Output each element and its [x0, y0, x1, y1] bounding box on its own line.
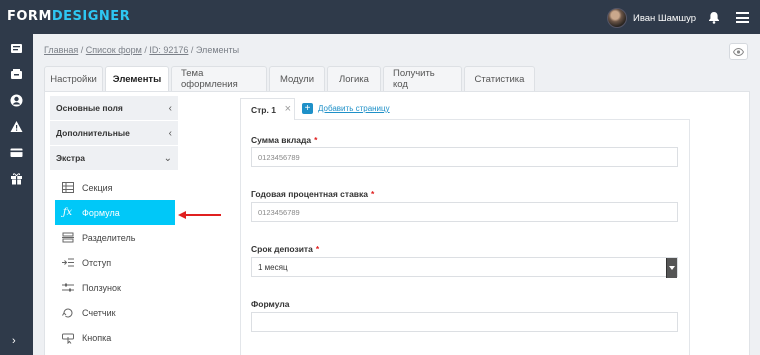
avatar[interactable]: [606, 8, 627, 28]
element-section[interactable]: Секция: [55, 175, 175, 200]
item-label: Счетчик: [82, 307, 116, 318]
required-mark: *: [371, 189, 375, 199]
indent-icon: [61, 256, 74, 269]
accordion-extra[interactable]: Экстра ⌄: [50, 146, 178, 171]
hamburger-menu-icon[interactable]: [736, 12, 749, 26]
item-label: Ползунок: [82, 282, 121, 293]
warning-icon[interactable]: [10, 120, 23, 133]
accordion-label: Экстра: [56, 153, 85, 163]
element-slider[interactable]: Ползунок: [55, 275, 175, 300]
item-label: Секция: [82, 182, 113, 193]
add-page-label: Добавить страницу: [318, 104, 390, 113]
plus-icon: +: [302, 103, 313, 114]
breadcrumb-current: / Элементы: [188, 45, 240, 55]
item-label: Формула: [82, 207, 120, 218]
left-rail: ›: [0, 34, 33, 355]
element-formula[interactable]: ƒx Формула: [55, 200, 175, 225]
element-indent[interactable]: Отступ: [55, 250, 175, 275]
accordion-label: Дополнительные: [56, 128, 130, 138]
element-button[interactable]: Кнопка: [55, 325, 175, 350]
tab-logic[interactable]: Логика: [327, 66, 381, 91]
section-icon: [61, 181, 74, 194]
inbox-icon[interactable]: [10, 68, 23, 81]
preview-button[interactable]: [729, 43, 748, 60]
user-name[interactable]: Иван Шамшур: [633, 13, 696, 24]
item-label: Отступ: [82, 257, 112, 268]
field-label-deposit: Сумма вклада *: [251, 135, 317, 145]
tab-settings[interactable]: Настройки: [44, 66, 103, 91]
page-tab-label: Стр. 1: [251, 104, 276, 115]
pointer-arrow: [178, 207, 222, 225]
card-icon[interactable]: [10, 146, 23, 159]
tab-theme[interactable]: Тема оформления: [171, 66, 267, 91]
deposit-amount-input[interactable]: 0123456789: [251, 147, 678, 167]
page-tab-1[interactable]: Стр. 1 ×: [240, 98, 295, 120]
select-value: 1 месяц: [258, 262, 288, 272]
eye-icon: [733, 47, 744, 56]
close-icon[interactable]: ×: [285, 103, 291, 115]
top-bar: FORMDESIGNER Иван Шамшур: [0, 0, 760, 34]
user-menu[interactable]: Иван Шамшур: [606, 8, 696, 28]
tab-bar: Настройки Элементы Тема оформления Модул…: [44, 66, 537, 92]
item-label: Разделитель: [82, 232, 136, 243]
label-text: Срок депозита: [251, 244, 313, 254]
tab-get-code[interactable]: Получить код: [383, 66, 462, 91]
breadcrumb-home[interactable]: Главная: [44, 45, 78, 55]
required-mark: *: [314, 135, 318, 145]
accordion-label: Основные поля: [56, 103, 123, 113]
add-page-button[interactable]: + Добавить страницу: [302, 103, 390, 114]
breadcrumb-forms[interactable]: Список форм: [86, 45, 142, 55]
counter-icon: [61, 306, 74, 319]
tab-elements[interactable]: Элементы: [105, 66, 169, 92]
label-text: Годовая процентная ставка: [251, 189, 368, 199]
breadcrumb-id[interactable]: ID: 92176: [149, 45, 188, 55]
brand-logo[interactable]: FORMDESIGNER: [7, 9, 130, 24]
divider-icon: [61, 231, 74, 244]
field-label-formula: Формула: [251, 299, 289, 309]
chevron-left-icon: ‹: [168, 102, 172, 114]
element-counter[interactable]: Счетчик: [55, 300, 175, 325]
button-icon: [61, 331, 74, 344]
chevron-down-icon: ⌄: [163, 152, 172, 164]
extra-items-list: Секция ƒx Формула Разделитель Отступ Пол…: [55, 175, 175, 350]
breadcrumb-sep: /: [78, 45, 86, 55]
formula-icon: ƒx: [62, 207, 73, 218]
required-mark: *: [315, 244, 320, 254]
chevron-left-icon: ‹: [168, 127, 172, 139]
label-text: Формула: [251, 299, 290, 309]
accordion-additional[interactable]: Дополнительные ‹: [50, 121, 178, 146]
field-label-term: Срок депозита *: [251, 244, 319, 254]
element-divider[interactable]: Разделитель: [55, 225, 175, 250]
forms-icon[interactable]: [10, 42, 23, 55]
gift-icon[interactable]: [10, 172, 23, 185]
item-label: Кнопка: [82, 332, 112, 343]
breadcrumb: Главная / Список форм / ID: 92176 / Элем…: [44, 45, 239, 55]
tab-modules[interactable]: Модули: [269, 66, 325, 91]
chevron-down-icon[interactable]: [666, 258, 677, 278]
formula-field[interactable]: [251, 312, 678, 332]
elements-accordion: Основные поля ‹ Дополнительные ‹ Экстра ⌄: [50, 96, 178, 171]
bell-icon[interactable]: [708, 11, 720, 29]
brand-part2: DESIGNER: [51, 9, 131, 24]
label-text: Сумма вклада: [251, 135, 312, 145]
accordion-basic-fields[interactable]: Основные поля ‹: [50, 96, 178, 121]
deposit-term-select[interactable]: 1 месяц: [251, 257, 678, 278]
field-label-rate: Годовая процентная ставка *: [251, 189, 374, 199]
tab-statistics[interactable]: Статистика: [464, 66, 535, 91]
interest-rate-input[interactable]: 0123456789: [251, 202, 678, 222]
chevron-right-icon[interactable]: ›: [12, 335, 16, 347]
user-icon[interactable]: [10, 94, 23, 107]
slider-icon: [61, 281, 74, 294]
brand-part1: FORM: [7, 9, 52, 24]
